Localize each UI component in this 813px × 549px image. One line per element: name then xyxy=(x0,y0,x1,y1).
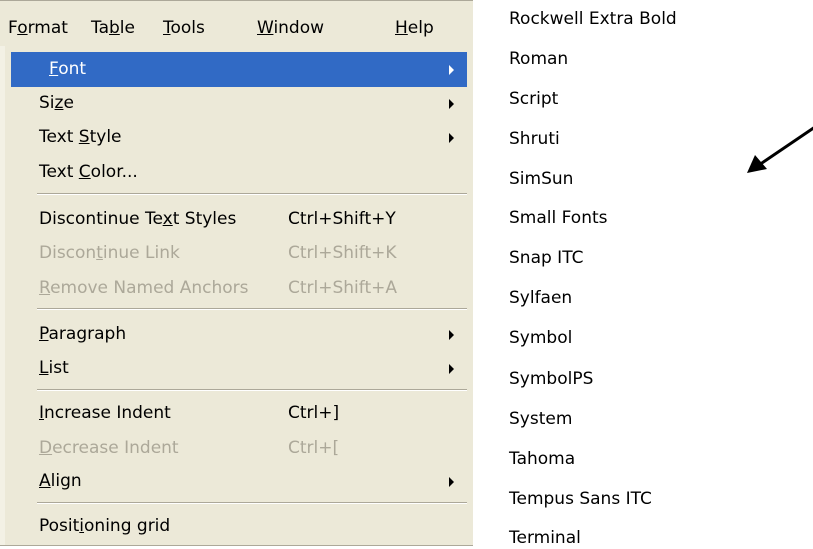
chevron-right-icon xyxy=(449,65,454,75)
menu-table[interactable]: Table xyxy=(91,17,135,39)
menu-item-label: Discontinue Text Styles xyxy=(39,209,237,229)
chevron-right-icon xyxy=(449,330,454,340)
font-option-small-fonts[interactable]: Small Fonts xyxy=(509,207,608,229)
font-option-sylfaen[interactable]: Sylfaen xyxy=(509,287,572,309)
font-option-snap-itc[interactable]: Snap ITC xyxy=(509,247,583,269)
font-option-rockwell-extra-bold[interactable]: Rockwell Extra Bold xyxy=(509,8,677,30)
menu-item-label: Increase Indent xyxy=(39,403,171,423)
format-menu-dropdown: Font Size Text Style Text Color... Disco… xyxy=(0,46,473,546)
font-option-shruti[interactable]: Shruti xyxy=(509,128,560,150)
font-option-roman[interactable]: Roman xyxy=(509,48,568,70)
menu-separator xyxy=(37,502,467,504)
font-option-system[interactable]: System xyxy=(509,408,572,430)
menu-separator xyxy=(37,193,467,195)
menu-item-font[interactable]: Font xyxy=(11,52,467,87)
menu-item-label: Decrease Indent xyxy=(39,438,179,458)
menu-format[interactable]: Format xyxy=(8,17,68,39)
menu-item-discontinue-link: Discontinue Link Ctrl+Shift+K xyxy=(0,236,467,271)
menu-item-decrease-indent: Decrease Indent Ctrl+[ xyxy=(0,431,467,466)
menu-item-label: Discontinue Link xyxy=(39,243,180,263)
menu-item-label: Paragraph xyxy=(39,324,127,344)
menu-item-label: Size xyxy=(39,93,74,113)
menu-item-list[interactable]: List xyxy=(0,351,467,386)
font-option-symbolps[interactable]: SymbolPS xyxy=(509,368,593,390)
menu-item-label: Remove Named Anchors xyxy=(39,278,249,298)
menu-item-label: Text Style xyxy=(39,127,122,147)
menu-bar: Format Table Tools Window Help xyxy=(0,0,473,47)
menu-separator xyxy=(37,308,467,310)
menu-item-label: Font xyxy=(49,59,87,79)
menu-item-remove-named-anchors: Remove Named Anchors Ctrl+Shift+A xyxy=(0,271,467,306)
menu-item-paragraph[interactable]: Paragraph xyxy=(0,317,467,352)
menu-item-increase-indent[interactable]: Increase Indent Ctrl+] xyxy=(0,396,467,431)
menu-item-shortcut: Ctrl+] xyxy=(288,403,340,423)
menu-item-shortcut: Ctrl+Shift+A xyxy=(288,278,398,298)
menu-item-label: Align xyxy=(39,471,82,491)
font-option-symbol[interactable]: Symbol xyxy=(509,327,572,349)
chevron-right-icon xyxy=(449,99,454,109)
menu-item-label: List xyxy=(39,358,69,378)
font-option-script[interactable]: Script xyxy=(509,88,558,110)
font-option-tempus-sans-itc[interactable]: Tempus Sans ITC xyxy=(509,488,652,510)
menu-item-label: Positioning grid xyxy=(39,516,171,536)
chevron-right-icon xyxy=(449,133,454,143)
menu-item-text-style[interactable]: Text Style xyxy=(0,120,467,155)
chevron-right-icon xyxy=(449,364,454,374)
menu-help[interactable]: Help xyxy=(395,17,434,39)
menu-item-shortcut: Ctrl+Shift+Y xyxy=(288,209,396,229)
font-option-simsun[interactable]: SimSun xyxy=(509,168,573,190)
arrow-pointer-icon xyxy=(747,126,813,173)
menu-item-shortcut: Ctrl+Shift+K xyxy=(288,243,397,263)
menu-item-text-color[interactable]: Text Color... xyxy=(0,155,467,190)
menu-window[interactable]: Window xyxy=(257,17,324,39)
font-option-tahoma[interactable]: Tahoma xyxy=(509,448,575,470)
menu-item-label: Text Color... xyxy=(39,162,138,182)
menu-item-size[interactable]: Size xyxy=(0,86,467,121)
chevron-right-icon xyxy=(449,477,454,487)
menu-item-positioning-grid[interactable]: Positioning grid xyxy=(0,509,467,544)
menu-item-shortcut: Ctrl+[ xyxy=(288,438,340,458)
menu-tools[interactable]: Tools xyxy=(163,17,205,39)
menu-separator xyxy=(37,389,467,391)
menu-item-align[interactable]: Align xyxy=(0,464,467,499)
menu-item-discontinue-text-styles[interactable]: Discontinue Text Styles Ctrl+Shift+Y xyxy=(0,202,467,237)
